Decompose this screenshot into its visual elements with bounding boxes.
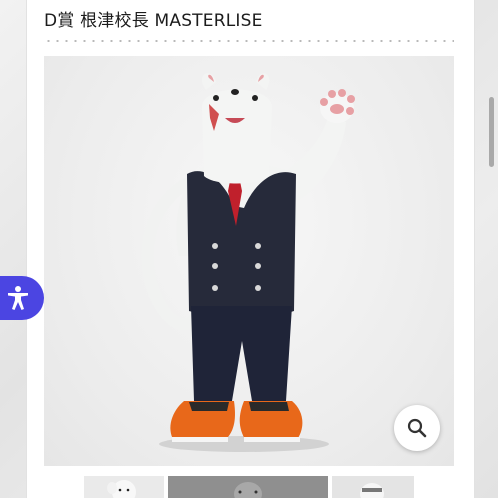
dotted-divider	[44, 40, 454, 42]
thumbnail-3-image	[360, 483, 384, 498]
scrollbar-track[interactable]	[485, 0, 498, 498]
mouse-head	[201, 73, 272, 184]
scrollbar-thumb[interactable]	[489, 97, 494, 167]
thumbnail-2-image	[234, 482, 262, 498]
magnifier-icon	[407, 418, 427, 438]
product-main-image[interactable]	[44, 56, 454, 466]
product-title: D賞 根津校長 MASTERLISE	[44, 11, 263, 31]
accessibility-person-icon	[8, 286, 28, 310]
zoom-button[interactable]	[394, 405, 440, 451]
thumbnail-2[interactable]	[168, 476, 328, 498]
waving-paw	[320, 89, 355, 123]
figure-illustration	[141, 73, 355, 452]
thumbnail-3[interactable]	[332, 476, 414, 498]
shoes	[170, 401, 303, 442]
accessibility-button[interactable]	[0, 276, 44, 320]
thumbnail-strip	[84, 476, 414, 498]
trousers	[191, 306, 292, 401]
thumbnail-1-image	[107, 480, 136, 498]
thumbnail-1[interactable]	[84, 476, 164, 498]
